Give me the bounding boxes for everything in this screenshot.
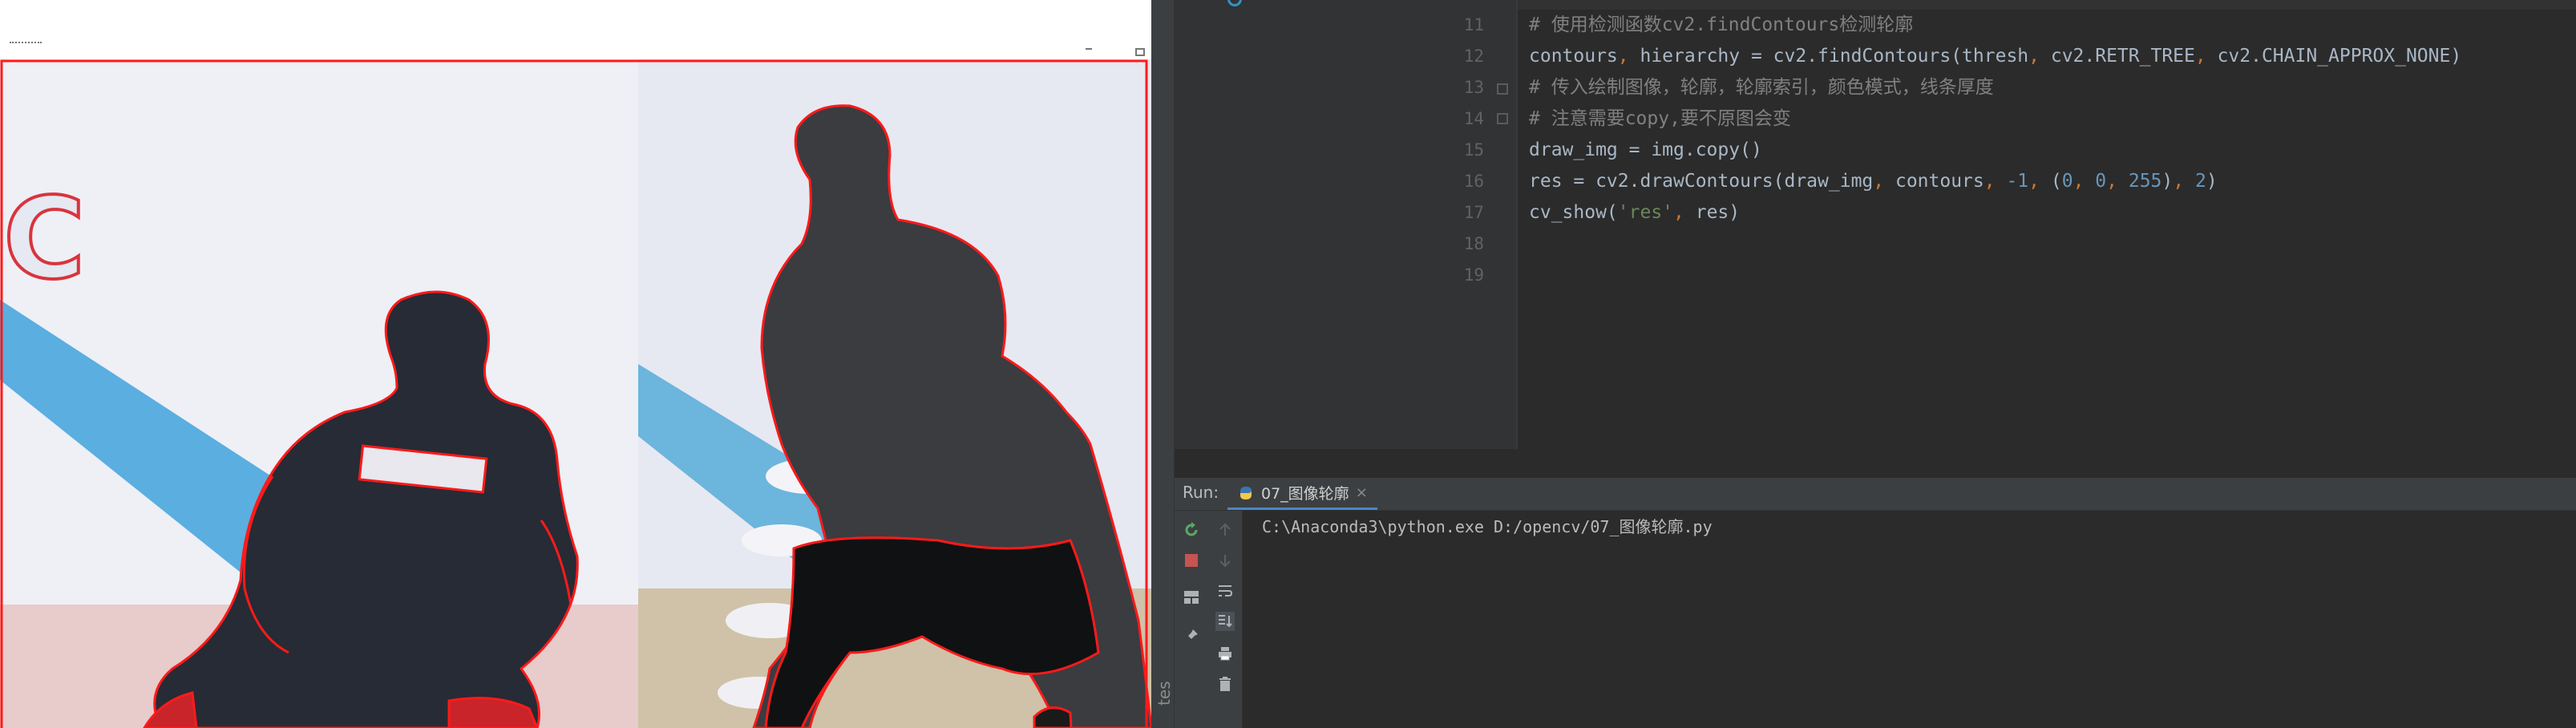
run-console[interactable]: C:\Anaconda3\python.exe D:/opencv/07_图像轮… [1243,511,2576,728]
fold-marker-icon[interactable] [1497,83,1508,95]
code-token: , [1673,202,1696,223]
contour-result-image: C [0,59,1151,728]
code-token: ) [2161,171,2174,192]
trash-icon[interactable] [1215,674,1235,694]
line-number: 13 [1463,78,1484,97]
side-strip-label[interactable]: tes [1155,681,1174,706]
layout-icon[interactable] [1182,588,1201,607]
code-token: ) [2206,171,2218,192]
arrow-up-icon[interactable] [1215,520,1235,540]
line-number: 15 [1463,140,1484,160]
minimize-icon[interactable] [1086,48,1092,50]
left-tool-strip[interactable]: tes [1151,0,1175,728]
arrow-down-icon[interactable] [1215,551,1235,570]
code-token: , [2028,171,2051,192]
code-token: -1 [2006,171,2029,192]
code-token: 0 [2061,171,2073,192]
soft-wrap-icon[interactable] [1215,581,1235,601]
code-token: 2 [2194,171,2206,192]
code-line-12[interactable]: contours, hierarchy = cv2.findContours(t… [1529,41,2461,72]
gutter-separator [1516,0,1518,449]
code-token: 0 [2095,171,2107,192]
code-token: hierarchy = cv2.findContours(thresh [1640,46,2029,67]
ide-window: tes 11 12 13 14 15 16 17 18 19 # 使用检测函数c… [1151,0,2576,728]
line-number: 14 [1463,109,1484,128]
line-number: 16 [1463,172,1484,191]
window-menu-icon[interactable] [10,42,42,46]
code-line-14[interactable]: # 注意需要copy,要不原图会变 [1529,103,1791,135]
run-toolbar-secondary [1208,511,1243,728]
code-token: , [2106,171,2129,192]
code-token: res = cv2.drawContours(draw_img [1529,171,1874,192]
stop-icon[interactable] [1182,551,1201,570]
line-number: 18 [1463,234,1484,253]
code-token: cv2.RETR_TREE [2050,46,2195,67]
code-line-15[interactable]: draw_img = img.copy() [1529,135,1762,166]
structure-gutter [1175,0,1436,449]
code-line-16[interactable]: res = cv2.drawContours(draw_img, contour… [1529,166,2218,197]
run-tab[interactable]: 07_图像轮廓 × [1227,478,1377,510]
code-token: , [2194,46,2218,67]
code-token: , [1984,171,2007,192]
code-token: 255 [2128,171,2162,192]
code-editor[interactable]: # 使用检测函数cv2.findContours检测轮廓 contours, h… [1516,0,2576,449]
maximize-icon[interactable] [1135,48,1145,56]
line-number: 11 [1463,15,1484,34]
line-number: 17 [1463,203,1484,222]
code-token: cv_show( [1529,202,1618,223]
line-number-gutter: 11 12 13 14 15 16 17 18 19 [1436,0,1516,449]
code-token: , [2173,171,2195,192]
scroll-to-end-icon[interactable] [1215,612,1235,631]
code-line-11[interactable]: # 使用检测函数cv2.findContours检测轮廓 [1529,10,1913,41]
print-icon[interactable] [1215,644,1235,663]
code-token: contours [1895,171,1984,192]
pin-icon[interactable] [1182,626,1201,645]
run-toolbar-primary [1175,511,1208,728]
image-window: C [0,0,1151,728]
line-number: 19 [1463,265,1484,285]
code-line-17[interactable]: cv_show('res', res) [1529,197,1740,229]
current-line-highlight [1516,0,2576,10]
code-token: 'res' [1617,202,1674,223]
code-token: , [2028,46,2051,67]
image-window-titlebar[interactable] [0,0,1151,59]
code-token: , [1617,46,1640,67]
code-token: contours [1529,46,1618,67]
left-logo-letter: C [3,174,86,305]
python-icon [1240,486,1252,499]
fold-marker-icon[interactable] [1497,113,1508,124]
run-label: Run: [1183,483,1219,502]
rerun-icon[interactable] [1182,520,1201,540]
code-token: , [2073,171,2096,192]
close-icon[interactable]: × [1356,484,1368,501]
breakpoint-icon[interactable] [1227,0,1242,6]
code-token: cv2.CHAIN_APPROX_NONE) [2217,46,2462,67]
run-panel-header: Run: 07_图像轮廓 × [1175,478,2576,511]
code-token: ( [2050,171,2062,192]
console-output-line: C:\Anaconda3\python.exe D:/opencv/07_图像轮… [1262,517,1713,536]
code-line-13[interactable]: # 传入绘制图像，轮廓，轮廓索引，颜色模式，线条厚度 [1529,72,1994,103]
line-number: 12 [1463,47,1484,66]
run-tab-label: 07_图像轮廓 [1261,485,1349,503]
code-token: res) [1695,202,1741,223]
code-token: , [1873,171,1895,192]
